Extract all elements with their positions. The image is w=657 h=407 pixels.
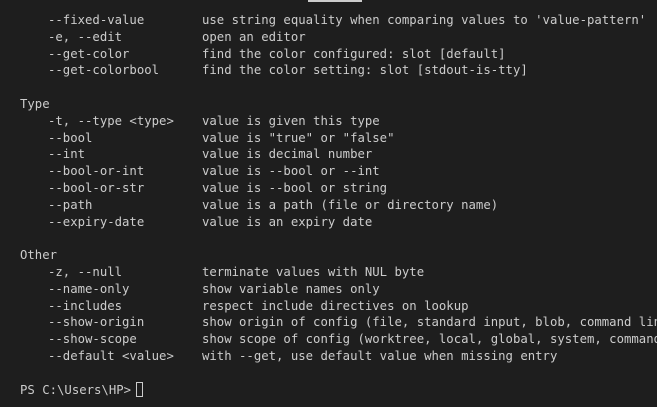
option-description: open an editor [202,29,306,44]
option-description: show origin of config (file, standard in… [202,315,657,330]
option-name: --int [48,147,86,162]
option-name: --expiry-date [48,214,145,229]
option-row: --fixed-value use string equality when c… [20,12,657,29]
option-name: --get-color [48,46,130,61]
option-row: -t, --type <type> value is given this ty… [20,113,657,130]
option-row: --get-colorbool find the color setting: … [20,62,657,79]
option-name: --show-origin [48,315,145,330]
option-row: --path value is a path (file or director… [20,197,657,214]
option-row: --default <value> with --get, use defaul… [20,348,657,365]
terminal-output: --fixed-value use string equality when c… [20,12,657,400]
option-name: -z, --null [48,264,123,279]
section-heading-type: Type [20,96,50,111]
option-row: --includes respect include directives on… [20,298,657,315]
option-description: show variable names only [202,281,380,296]
scroll-indicator [308,0,362,2]
option-description: respect include directives on lookup [202,298,469,313]
option-description: value is an expiry date [202,214,373,229]
option-name: --name-only [48,281,130,296]
option-name: --show-scope [48,332,137,347]
option-row: --show-origin show origin of config (fil… [20,314,657,331]
option-row: --get-color find the color configured: s… [20,46,657,63]
option-name: --path [48,197,93,212]
option-row: --bool-or-str value is --bool or string [20,180,657,197]
option-row: --expiry-date value is an expiry date [20,214,657,231]
option-name: --bool [48,130,93,145]
text-cursor[interactable] [136,381,144,397]
option-description: find the color setting: slot [stdout-is-… [202,63,528,78]
option-row: --int value is decimal number [20,146,657,163]
option-description: value is "true" or "false" [202,130,395,145]
option-row: --bool-or-int value is --bool or --int [20,163,657,180]
option-description: value is --bool or --int [202,164,380,179]
option-description: value is --bool or string [202,180,388,195]
option-description: find the color configured: slot [default… [202,46,506,61]
option-row: --bool value is "true" or "false" [20,130,657,147]
prompt-text: PS C:\Users\HP> [20,382,132,397]
option-description: with --get, use default value when missi… [202,348,558,363]
option-description: use string equality when comparing value… [202,13,647,27]
option-name: --get-colorbool [48,63,160,78]
option-row: --name-only show variable names only [20,281,657,298]
option-name: --bool-or-str [48,180,145,195]
option-description: value is decimal number [202,147,373,162]
option-name: --bool-or-int [48,164,145,179]
option-name: --fixed-value [48,13,145,27]
option-row: -z, --null terminate values with NUL byt… [20,264,657,281]
option-name: -t, --type <type> [48,113,174,128]
section-heading-other: Other [20,248,58,263]
option-description: terminate values with NUL byte [202,264,425,279]
option-row: -e, --edit open an editor [20,29,657,46]
option-name: --default <value> [48,348,174,363]
option-description: value is a path (file or directory name) [202,197,499,212]
option-row: --show-scope show scope of config (workt… [20,331,657,348]
command-prompt[interactable]: PS C:\Users\HP> [20,381,657,400]
option-name: --includes [48,298,123,313]
option-description: show scope of config (worktree, local, g… [202,332,657,347]
option-name: -e, --edit [48,29,123,44]
option-description: value is given this type [202,113,380,128]
terminal-window[interactable]: --fixed-value use string equality when c… [0,0,657,407]
